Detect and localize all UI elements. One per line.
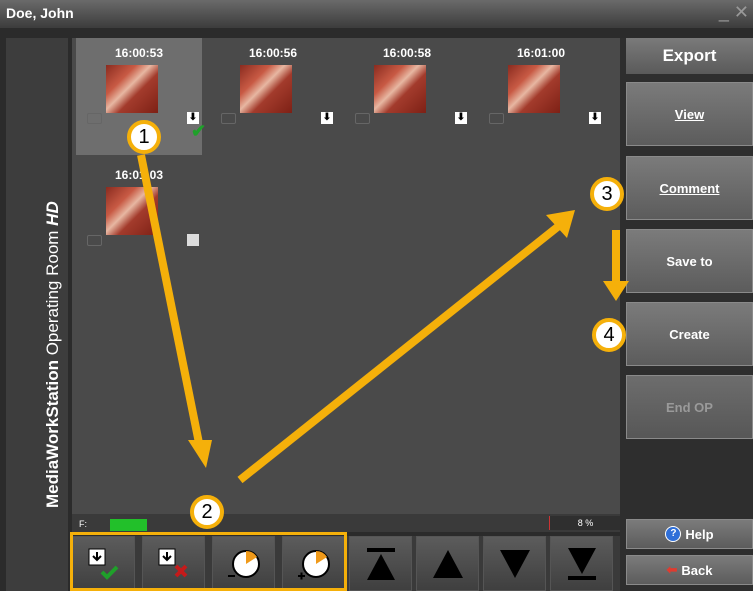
arrow-overlay [137,154,629,484]
step-marker-3: 3 [590,177,624,211]
step-marker-1: 1 [127,120,161,154]
arrowhead-3-to-4 [603,281,629,301]
arrow-1-to-2 [137,154,204,449]
arrow-2-to-3 [237,221,563,484]
step-marker-2: 2 [190,495,224,529]
arrowhead-1-to-2 [188,440,212,468]
step-marker-4: 4 [592,318,626,352]
